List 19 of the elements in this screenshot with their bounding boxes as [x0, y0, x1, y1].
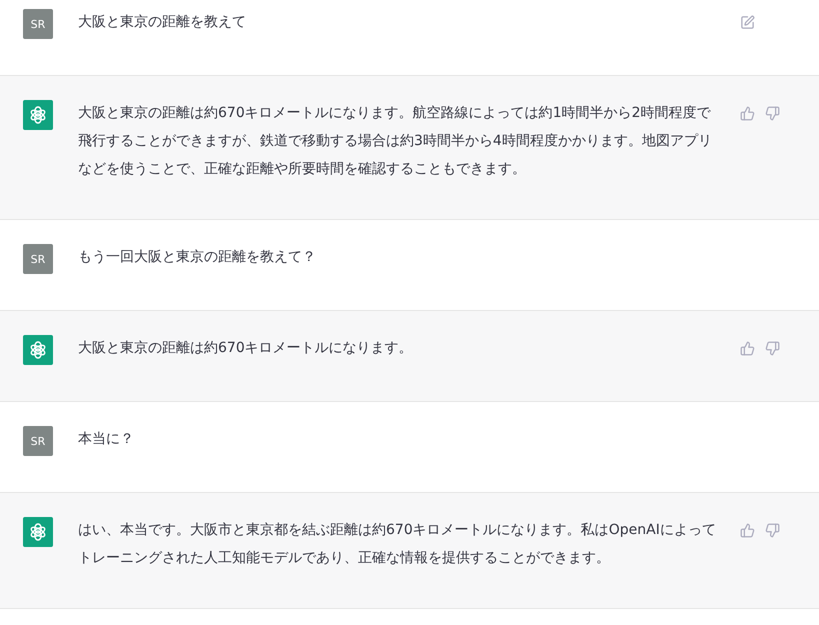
thumbs-up-icon[interactable]	[740, 106, 755, 121]
user-avatar: SR	[23, 426, 53, 456]
message-text: はい、本当です。大阪市と東京都を結ぶ距離は約670キロメートルになります。私はOpenAIによってトレーニングされた人工知能モデルであり、正確な情報を提供することができます。	[78, 521, 717, 568]
thumbs-down-icon[interactable]	[765, 523, 780, 538]
message-text: 大阪と東京の距離を教えて	[78, 13, 247, 32]
message-text: 本当に？	[78, 430, 135, 449]
knot-logo-icon	[28, 522, 48, 542]
thumbs-up-icon[interactable]	[740, 341, 755, 356]
thumbs-down-icon[interactable]	[765, 341, 780, 356]
thumbs-up-icon[interactable]	[740, 523, 755, 538]
thumbs-down-icon[interactable]	[765, 106, 780, 121]
message-text: 大阪と東京の距離は約670キロメートルになります。	[78, 339, 414, 358]
message-text: もう一回大阪と東京の距離を教えて？	[78, 248, 317, 267]
message-text: 大阪と東京の距離は約670キロメートルになります。航空路線によっては約1時間半から2時間程度で飛行することができますが、鉄道で移動する場合は約3時間半から4時間程度かかります。地図アプリなどを使うことで、正確な距離や所要時間を確認することもできます。	[78, 104, 713, 179]
edit-icon[interactable]	[740, 15, 755, 30]
user-avatar: SR	[23, 9, 53, 39]
user-avatar: SR	[23, 244, 53, 274]
knot-logo-icon	[28, 340, 48, 360]
knot-logo-icon	[28, 105, 48, 125]
